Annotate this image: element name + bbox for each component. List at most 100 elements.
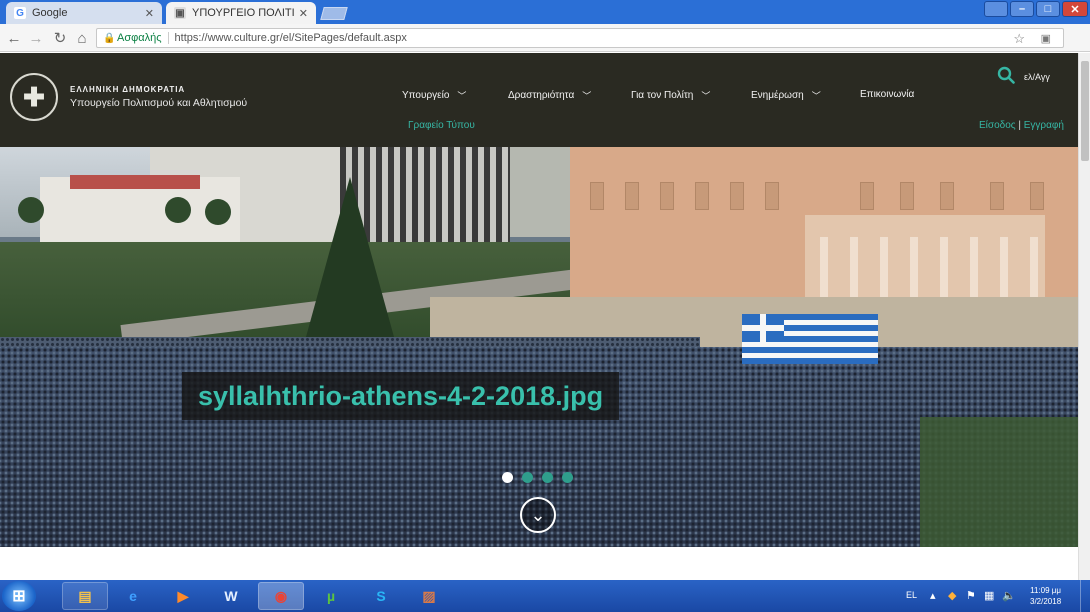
register-link[interactable]: Εγγραφή	[1024, 120, 1064, 131]
hero-photo-column	[820, 237, 828, 297]
page-favicon-icon: ▣	[174, 7, 186, 19]
extension-icon[interactable]: ▣	[1041, 32, 1051, 45]
hero-photo-portico	[805, 215, 1045, 305]
home-icon[interactable]: ⌂	[72, 28, 92, 48]
minimize-button[interactable]: –	[1010, 1, 1034, 17]
media-player-icon[interactable]: ▶	[160, 582, 206, 610]
press-office-link[interactable]: Γραφείο Τύπου	[408, 120, 475, 131]
image-viewer-icon[interactable]: ▨	[406, 582, 452, 610]
windows-start-icon[interactable]: ⊞	[2, 581, 36, 611]
skype-icon[interactable]: S	[358, 582, 404, 610]
network-icon[interactable]: ▦	[984, 589, 994, 602]
browser-tabstrip: G Google ✕ ▣ ΥΠΟΥΡΓΕΙΟ ΠΟΛΙΤΙΣΜΟ ✕ – □ ✕	[0, 0, 1090, 24]
forward-arrow-icon[interactable]: →	[26, 28, 46, 48]
back-arrow-icon[interactable]: ←	[4, 28, 24, 48]
hero-photo-window	[660, 182, 674, 210]
bookmark-star-icon[interactable]: ☆	[1013, 31, 1025, 47]
google-favicon-icon: G	[14, 7, 26, 19]
hero-photo-roof	[70, 175, 200, 189]
secure-label: Ασφαλής	[117, 32, 162, 44]
greek-coat-of-arms-logo[interactable]: ✚	[10, 73, 58, 121]
nav-news[interactable]: Ενημέρωση ﹀	[751, 89, 821, 102]
slider-dot-4[interactable]	[562, 472, 573, 483]
chevron-down-icon: ﹀	[701, 91, 711, 101]
profile-button[interactable]	[984, 1, 1008, 17]
hero-photo-window	[940, 182, 954, 210]
maximize-button[interactable]: □	[1036, 1, 1060, 17]
chevron-down-icon: ﹀	[457, 91, 467, 101]
scroll-down-chevron-icon[interactable]: ⌄	[520, 497, 556, 533]
tab-google[interactable]: G Google ✕	[6, 2, 162, 24]
chevron-down-icon: ﹀	[582, 91, 592, 101]
chevron-down-icon: ﹀	[811, 91, 821, 101]
org-name: ΕΛΛΗΝΙΚΗ ΔΗΜΟΚΡΑΤΙΑ	[70, 85, 186, 94]
file-explorer-icon[interactable]: ▤	[62, 582, 108, 610]
slider-dots	[502, 472, 573, 483]
login-link[interactable]: Είσοδος	[979, 120, 1016, 131]
hero-photo-column	[1030, 237, 1038, 297]
hero-photo-palm	[165, 197, 191, 223]
close-window-button[interactable]: ✕	[1062, 1, 1088, 17]
hero-slider: syllalhthrio-athens-4-2-2018.jpg ⌄	[0, 147, 1078, 547]
torrent-client-icon[interactable]: µ	[308, 582, 354, 610]
tray-expand-icon[interactable]: ▴	[930, 589, 936, 602]
show-desktop-button[interactable]	[1080, 580, 1090, 612]
word-processor-icon[interactable]: W	[208, 582, 254, 610]
hero-photo-window	[695, 182, 709, 210]
slider-dot-3[interactable]	[542, 472, 553, 483]
action-center-flag-icon[interactable]: ⚑	[966, 589, 976, 602]
url-divider	[167, 32, 169, 44]
hero-photo-column	[970, 237, 978, 297]
clock-time: 11:09 μμ	[1030, 586, 1061, 595]
windows-taskbar: ⊞ ▤ e ▶ W ◉ µ S ▨ EL ▴ ◆ ⚑ ▦ 🔈 11:09 μμ …	[0, 580, 1090, 612]
greek-flag-cross	[760, 314, 766, 342]
reload-icon[interactable]: ↻	[50, 28, 70, 48]
hero-photo-palm	[205, 199, 231, 225]
slider-dot-2[interactable]	[522, 472, 533, 483]
language-indicator[interactable]: EL	[906, 590, 917, 600]
hero-photo-window	[860, 182, 874, 210]
hero-photo-window	[765, 182, 779, 210]
hero-photo-column	[910, 237, 918, 297]
tab-title: ΥΠΟΥΡΓΕΙΟ ΠΟΛΙΤΙΣΜΟ	[192, 7, 295, 19]
close-tab-icon[interactable]: ✕	[145, 7, 154, 20]
nav-contact[interactable]: Επικοινωνία	[860, 89, 914, 100]
ministry-name[interactable]: Υπουργείο Πολιτισμού και Αθλητισμού	[70, 97, 247, 109]
nav-label: Δραστηριότητα	[508, 90, 575, 101]
close-tab-icon[interactable]: ✕	[299, 7, 308, 20]
hero-photo-window	[625, 182, 639, 210]
lock-icon: 🔒	[103, 32, 116, 44]
nav-ministry[interactable]: Υπουργείο ﹀	[402, 89, 466, 102]
volume-icon[interactable]: 🔈	[1002, 589, 1016, 602]
slider-dot-1[interactable]	[502, 472, 513, 483]
hero-photo-window	[1030, 182, 1044, 210]
hero-caption: syllalhthrio-athens-4-2-2018.jpg	[182, 372, 620, 420]
tab-ministry[interactable]: ▣ ΥΠΟΥΡΓΕΙΟ ΠΟΛΙΤΙΣΜΟ ✕	[166, 2, 316, 24]
hero-photo-column	[850, 237, 858, 297]
nav-activity[interactable]: Δραστηριότητα ﹀	[508, 89, 591, 102]
internet-explorer-icon[interactable]: e	[110, 582, 156, 610]
nav-label: Για τον Πολίτη	[631, 90, 694, 101]
nav-label: Επικοινωνία	[860, 89, 915, 100]
clock-date: 3/2/2018	[1030, 597, 1062, 606]
nav-label: Υπουργείο	[402, 90, 450, 101]
url-text[interactable]: https://www.culture.gr/el/SitePages/defa…	[175, 32, 1063, 44]
nav-citizen[interactable]: Για τον Πολίτη ﹀	[631, 89, 710, 102]
hero-photo-trees	[920, 417, 1078, 547]
tray-app-icon[interactable]: ◆	[948, 589, 956, 602]
hero-photo-palm	[18, 197, 44, 223]
chrome-icon[interactable]: ◉	[258, 582, 304, 610]
hero-photo-window	[730, 182, 744, 210]
hero-photo-column	[1000, 237, 1008, 297]
language-switch[interactable]: ελ/Αγγ	[1024, 72, 1050, 82]
taskbar-clock[interactable]: 11:09 μμ 3/2/2018	[1030, 585, 1061, 607]
address-bar[interactable]: 🔒 Ασφαλής https://www.culture.gr/el/Site…	[96, 28, 1064, 48]
hero-photo-window	[990, 182, 1004, 210]
new-tab-button[interactable]	[320, 7, 348, 20]
page-scrollbar[interactable]	[1078, 53, 1090, 580]
search-icon[interactable]	[997, 66, 1015, 84]
nav-label: Ενημέρωση	[751, 90, 804, 101]
hero-photo-window	[900, 182, 914, 210]
browser-toolbar: ← → ↻ ⌂ 🔒 Ασφαλής https://www.culture.gr…	[0, 24, 1090, 67]
scrollbar-thumb[interactable]	[1081, 61, 1089, 161]
